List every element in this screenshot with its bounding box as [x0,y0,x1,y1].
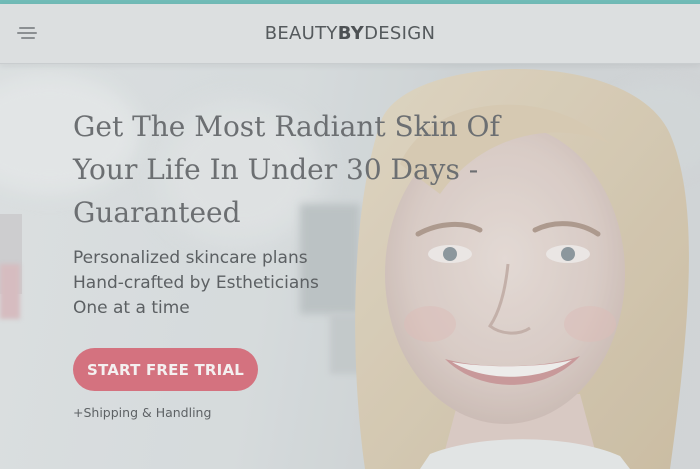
hero-subcopy: Personalized skincare plans Hand-crafted… [73,246,513,321]
top-navbar: BEAUTYBYDESIGN [0,4,700,64]
landing-page: BEAUTYBYDESIGN Get The Most Radiant Skin… [0,0,700,469]
hero-text-block: Get The Most Radiant Skin Of Your Life I… [73,105,513,321]
shipping-note: +Shipping & Handling [73,405,212,420]
brand-logo[interactable]: BEAUTYBYDESIGN [0,23,700,44]
brand-logo-part-by: BY [337,23,365,44]
subcopy-line: Personalized skincare plans [73,248,308,268]
hero-headline: Get The Most Radiant Skin Of Your Life I… [73,110,500,229]
brand-logo-part-design: DESIGN [364,23,436,44]
brand-logo-part-beauty: BEAUTY [264,23,338,44]
subcopy-line: One at a time [73,298,190,318]
subcopy-line: Hand-crafted by Estheticians [73,273,319,293]
start-free-trial-button[interactable]: START FREE TRIAL [73,348,258,391]
